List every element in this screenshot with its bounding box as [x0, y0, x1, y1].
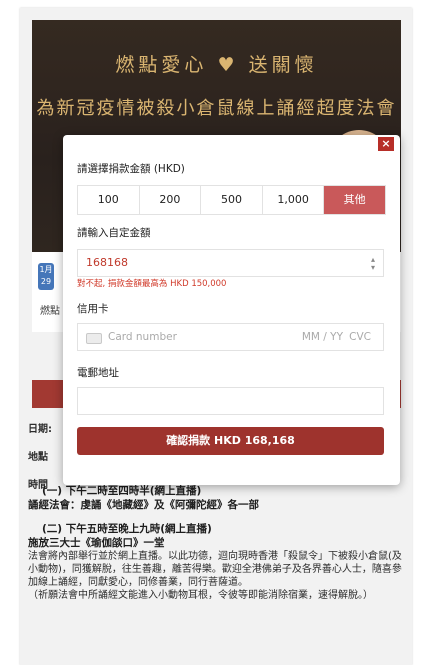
custom-amount-label: 請輸入自定金額 [77, 227, 151, 239]
custom-amount-value: 168168 [86, 256, 128, 269]
confirm-donation-button[interactable]: 確認捐款 HKD 168,168 [77, 427, 384, 455]
stepper-icon[interactable]: ▴ ▾ [371, 256, 375, 272]
cvc-placeholder: CVC [349, 331, 371, 343]
amount-option-1000[interactable]: 1,000 [262, 186, 325, 214]
custom-amount-input[interactable]: 168168 ▴ ▾ [77, 249, 384, 277]
amount-option-other[interactable]: 其他 [324, 186, 385, 214]
donation-modal: × 請選擇捐款金額 (HKD) 100 200 500 1,000 其他 請輸入… [63, 135, 400, 485]
amount-option-100[interactable]: 100 [78, 186, 140, 214]
email-field[interactable] [77, 387, 384, 415]
amount-label: 請選擇捐款金額 (HKD) [77, 163, 185, 175]
credit-card-icon [86, 333, 102, 344]
close-button[interactable]: × [378, 137, 394, 151]
expiry-placeholder: MM / YY [301, 331, 343, 343]
card-number-placeholder: Card number [108, 331, 177, 343]
amount-error-message: 對不起, 捐款金額最高為 HKD 150,000 [77, 279, 227, 289]
amount-option-200[interactable]: 200 [139, 186, 202, 214]
amount-option-500[interactable]: 500 [201, 186, 263, 214]
card-number-field[interactable]: Card number MM / YY CVC [77, 323, 384, 351]
credit-card-label: 信用卡 [77, 303, 109, 315]
amount-options: 100 200 500 1,000 其他 [77, 185, 386, 215]
email-label: 電郵地址 [77, 367, 119, 379]
